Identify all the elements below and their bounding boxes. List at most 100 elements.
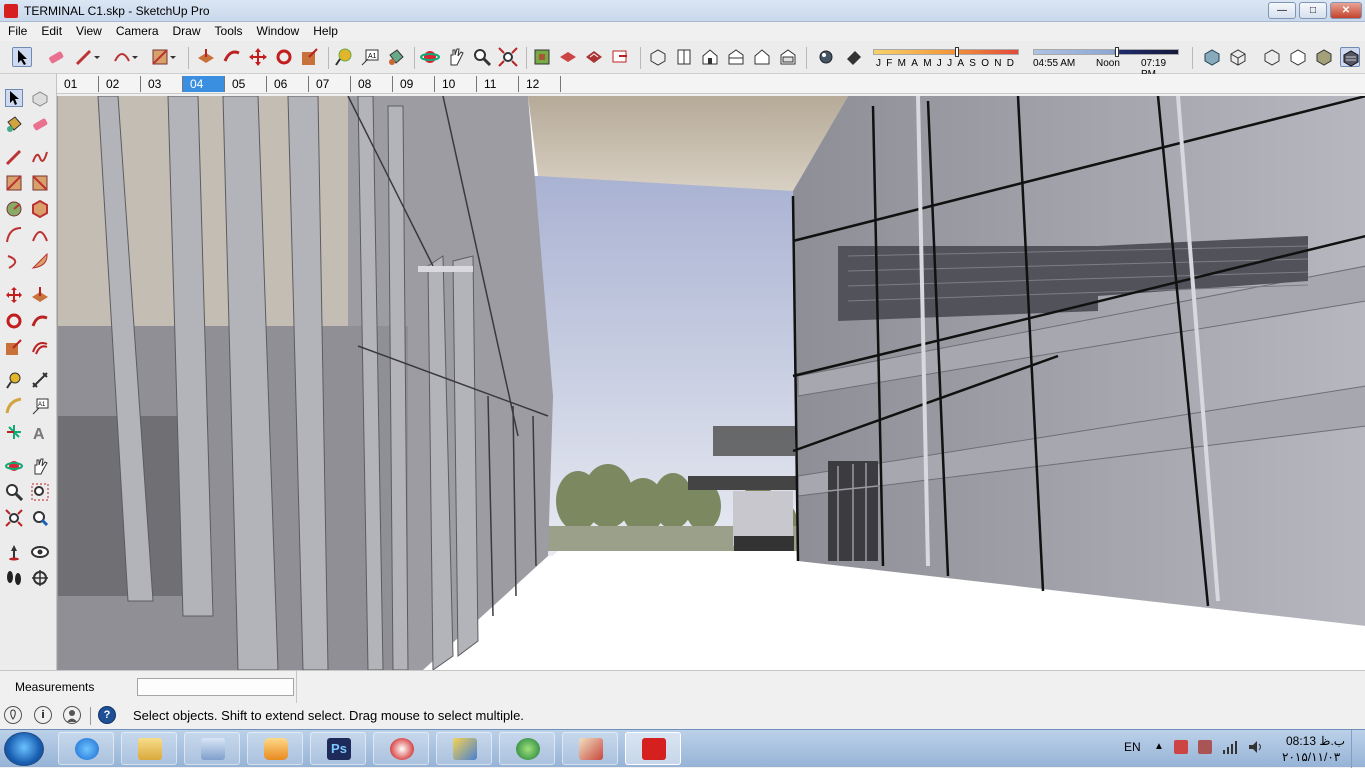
menu-help[interactable]: Help xyxy=(305,22,344,38)
arc-tool-button[interactable] xyxy=(112,47,132,67)
xray-style-icon[interactable] xyxy=(1202,47,1222,67)
scene-tab[interactable]: 02 xyxy=(99,76,141,92)
extension-warehouse-icon[interactable] xyxy=(610,47,630,67)
scene-tab[interactable]: 09 xyxy=(393,76,435,92)
line-tool-button[interactable] xyxy=(74,47,94,67)
dimension-icon[interactable] xyxy=(31,371,49,389)
menu-camera[interactable]: Camera xyxy=(108,22,165,38)
menu-file[interactable]: File xyxy=(0,22,33,38)
scene-tab[interactable]: 08 xyxy=(351,76,393,92)
scale-icon[interactable] xyxy=(5,338,23,356)
taskbar-file-explorer-icon[interactable] xyxy=(121,732,177,765)
polygon-icon[interactable] xyxy=(31,199,49,219)
right-view-icon[interactable] xyxy=(726,47,746,67)
warehouse-icon[interactable] xyxy=(532,47,552,67)
push-pull-icon[interactable] xyxy=(31,286,49,304)
taskbar-internet-explorer-icon[interactable] xyxy=(58,732,114,765)
taskbar-globe-icon[interactable] xyxy=(499,732,555,765)
action-center-icon[interactable] xyxy=(1174,740,1188,754)
scene-tab-active[interactable]: 04 xyxy=(183,76,225,92)
taskbar-drawing-app-icon[interactable] xyxy=(562,732,618,765)
zoom-extents-icon[interactable] xyxy=(498,47,518,67)
zoom-extents-icon[interactable] xyxy=(5,509,23,527)
position-camera-icon[interactable] xyxy=(5,543,23,561)
measurements-input[interactable] xyxy=(137,678,294,696)
menu-tools[interactable]: Tools xyxy=(207,22,249,38)
line-icon[interactable] xyxy=(5,148,23,166)
instructor-help-icon[interactable]: ? xyxy=(98,706,116,724)
close-button[interactable]: ✕ xyxy=(1330,2,1362,19)
tape-measure-icon[interactable] xyxy=(5,371,23,389)
move-tool-icon[interactable] xyxy=(248,47,268,67)
network-icon[interactable] xyxy=(1222,740,1238,754)
back-view-icon[interactable] xyxy=(752,47,772,67)
section-plane-icon[interactable] xyxy=(31,569,49,587)
front-view-icon[interactable] xyxy=(700,47,720,67)
follow-me-icon[interactable] xyxy=(31,312,49,330)
maximize-button[interactable]: □ xyxy=(1299,2,1327,19)
walk-icon[interactable] xyxy=(5,569,23,587)
previous-view-icon[interactable] xyxy=(31,509,49,527)
month-slider-thumb[interactable] xyxy=(955,47,959,57)
minimize-button[interactable]: — xyxy=(1268,2,1296,19)
orbit-icon[interactable] xyxy=(420,47,440,67)
look-around-icon[interactable] xyxy=(31,543,49,561)
offset-icon[interactable] xyxy=(31,338,49,356)
zoom-icon[interactable] xyxy=(472,47,492,67)
pan-icon[interactable] xyxy=(31,457,49,475)
taskbar-photoshop-icon[interactable]: Ps xyxy=(310,732,366,765)
scene-tab[interactable]: 06 xyxy=(267,76,309,92)
time-slider-thumb[interactable] xyxy=(1115,47,1119,57)
share-component-icon[interactable] xyxy=(584,47,604,67)
make-component-icon[interactable] xyxy=(31,89,49,107)
scene-tab[interactable]: 03 xyxy=(141,76,183,92)
shapes-dropdown-icon[interactable] xyxy=(168,47,178,67)
rotated-rectangle-icon[interactable] xyxy=(31,174,49,192)
wireframe-style-icon[interactable] xyxy=(1262,47,1282,67)
follow-me-icon[interactable] xyxy=(222,47,242,67)
scene-tab[interactable]: 05 xyxy=(225,76,267,92)
protractor-icon[interactable] xyxy=(5,397,23,415)
paint-bucket-icon[interactable] xyxy=(386,47,406,67)
menu-draw[interactable]: Draw xyxy=(165,22,207,38)
shadow-time-slider[interactable]: 04:55 AM Noon 07:19 PM xyxy=(1033,47,1183,80)
circle-icon[interactable] xyxy=(5,200,23,218)
model-viewport[interactable] xyxy=(57,96,1365,670)
scene-tab[interactable]: 11 xyxy=(477,76,519,92)
push-pull-icon[interactable] xyxy=(196,47,216,67)
text-icon[interactable]: A1 xyxy=(31,397,49,415)
orbit-icon[interactable] xyxy=(5,457,23,475)
menu-window[interactable]: Window xyxy=(249,22,306,38)
back-edges-style-icon[interactable] xyxy=(1228,47,1248,67)
taskbar-snipping-tool-icon[interactable] xyxy=(373,732,429,765)
taskbar-sketchup-icon[interactable] xyxy=(625,732,681,765)
line-dropdown-icon[interactable] xyxy=(92,47,102,67)
axes-icon[interactable] xyxy=(5,423,23,441)
left-view-icon[interactable] xyxy=(778,47,798,67)
shaded-style-icon[interactable] xyxy=(1314,47,1334,67)
zoom-icon[interactable] xyxy=(5,483,24,502)
pie-icon[interactable] xyxy=(31,252,49,270)
clock-date[interactable]: ۲۰۱۵/۱۱/۰۳ xyxy=(1282,750,1340,764)
scale-tool-icon[interactable] xyxy=(300,47,320,67)
show-desktop-button[interactable] xyxy=(1351,730,1365,768)
text-tool-icon[interactable]: A1 xyxy=(360,47,380,67)
scene-tab[interactable]: 07 xyxy=(309,76,351,92)
three-point-arc-icon[interactable] xyxy=(5,252,23,270)
hidden-line-style-icon[interactable] xyxy=(1288,47,1308,67)
rotate-icon[interactable] xyxy=(5,312,23,330)
arc-dropdown-icon[interactable] xyxy=(130,47,140,67)
paint-bucket-icon[interactable] xyxy=(5,115,23,133)
rotate-tool-icon[interactable] xyxy=(274,47,294,67)
geo-location-icon[interactable] xyxy=(4,706,22,724)
user-account-icon[interactable] xyxy=(63,706,81,724)
menu-view[interactable]: View xyxy=(68,22,108,38)
pan-hand-icon[interactable] xyxy=(446,47,466,67)
taskbar-computer-icon[interactable] xyxy=(184,732,240,765)
show-hidden-icons-icon[interactable]: ▲ xyxy=(1154,741,1164,752)
share-model-icon[interactable] xyxy=(558,47,578,67)
iso-view-icon[interactable] xyxy=(648,47,668,67)
display-shadows-icon[interactable] xyxy=(816,47,836,67)
menu-edit[interactable]: Edit xyxy=(33,22,68,38)
volume-icon[interactable] xyxy=(1248,740,1264,754)
